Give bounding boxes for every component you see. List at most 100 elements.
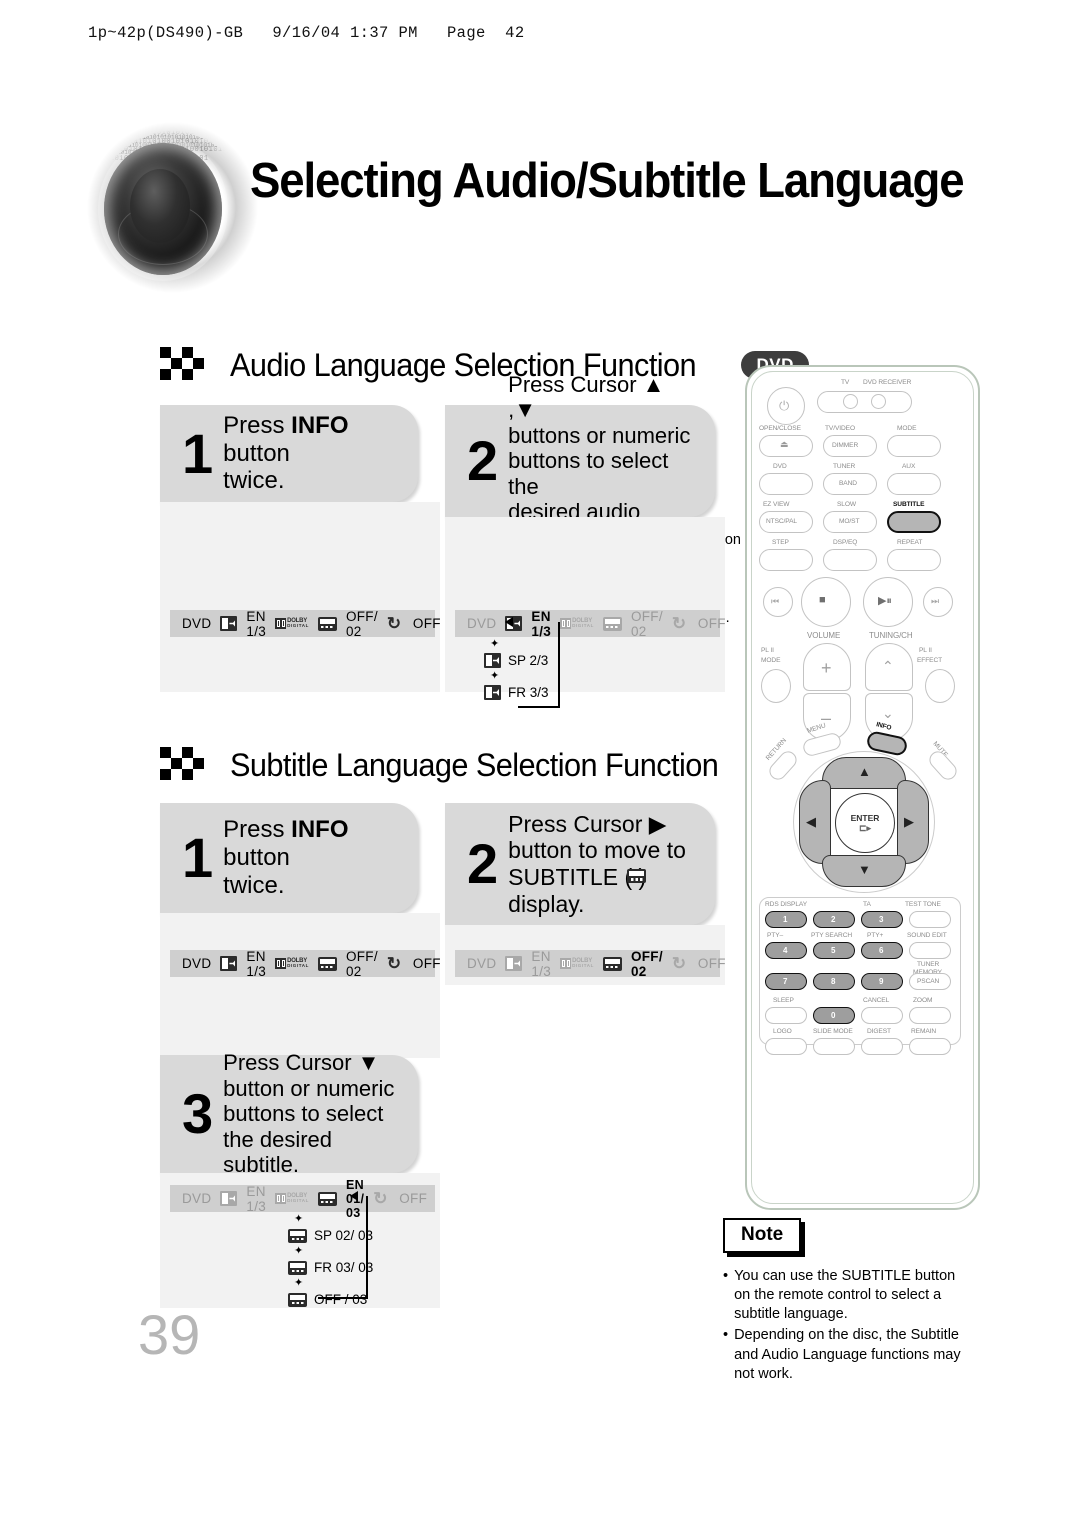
- subtitle-icon: [288, 1292, 307, 1307]
- arrow-down-icon: ▼: [858, 862, 871, 877]
- step-text-line2: twice.: [223, 467, 285, 495]
- mode-button[interactable]: [887, 435, 941, 457]
- step-line: Press Cursor ▲ ,▼: [508, 371, 665, 423]
- subtitle-label: SUBTITLE: [893, 501, 925, 508]
- note-line: on the remote control to select a: [734, 1287, 942, 1304]
- step-text-part2: button: [223, 844, 290, 872]
- note-line: Depending on the disc, the Subtitle: [734, 1327, 959, 1344]
- pl2-effect-button[interactable]: [925, 669, 955, 703]
- page-title-block: 0101010010101010101010101010100101010101…: [75, 105, 965, 310]
- repeat-icon: [672, 956, 689, 971]
- zoom-button[interactable]: [909, 1007, 951, 1024]
- dimmer-label: DIMMER: [832, 442, 859, 449]
- digest-button[interactable]: [861, 1038, 903, 1055]
- step-text-part: Press: [223, 411, 292, 439]
- subtitle-button[interactable]: [887, 511, 941, 533]
- step-text: Press Cursor ▼ button or numeric buttons…: [223, 1050, 418, 1178]
- aux-button[interactable]: [887, 473, 941, 495]
- osd-bar-subtitle-right: DVD EN 1/3 DOLBYDIGITAL OFF/ 02 OFF: [455, 948, 726, 979]
- step-button[interactable]: [759, 549, 813, 571]
- dolby-digital-icon: DOLBY DIGITAL: [275, 957, 309, 970]
- osd-subtitle-value: OFF/ 02: [630, 608, 663, 639]
- dvd-receiver-select-dot[interactable]: [871, 394, 886, 409]
- navigation-dpad: ▲ ◀ ▶ ▼ ENTER ⊏▸: [793, 751, 935, 893]
- number-8-label: 8: [831, 977, 836, 986]
- page-number: 39: [138, 1303, 201, 1366]
- step-number: 3: [182, 1082, 214, 1146]
- dsp-eq-button[interactable]: [823, 549, 877, 571]
- note-line: and Audio Language functions may: [734, 1346, 961, 1363]
- step-1-audio: 1 Press INFO button twice.: [160, 405, 418, 502]
- step-text-part2: button: [223, 439, 290, 467]
- step-line: button or numeric: [223, 1075, 395, 1101]
- power-icon: ⏻: [779, 398, 790, 413]
- number-2-label: 2: [831, 915, 836, 924]
- digest-label: DIGEST: [867, 1028, 891, 1035]
- osd-disc-label: DVD: [182, 616, 212, 631]
- stop-icon: ■: [819, 594, 826, 606]
- audio-language-icon: [220, 1191, 238, 1206]
- number-3-label: 3: [879, 915, 884, 924]
- mo-st-label: MO/ST: [839, 518, 860, 525]
- pl2-mode-label-1: PL II: [761, 647, 774, 654]
- pl2-mode-button[interactable]: [761, 669, 791, 703]
- note-item: • Depending on the disc, the Subtitle an…: [723, 1326, 1013, 1383]
- note-text: You can use the SUBTITLE button on the r…: [734, 1267, 955, 1324]
- note-items: • You can use the SUBTITLE button on the…: [723, 1267, 1013, 1384]
- ntsc-pal-label: NTSC/PAL: [766, 518, 797, 525]
- osd-repeat-value: OFF: [412, 956, 441, 971]
- osd-audio-value: EN 1/3: [246, 1183, 267, 1214]
- tv-video-label: TV/VIDEO: [825, 425, 855, 432]
- tv-dvd-selector[interactable]: [817, 391, 912, 413]
- slide-mode-button[interactable]: [813, 1038, 855, 1055]
- section-heading-subtitle: Subtitle Language Selection Function DVD: [160, 745, 832, 785]
- cancel-button[interactable]: [861, 1007, 903, 1024]
- osd-audio-value: EN 1/3: [531, 948, 552, 979]
- test-tone-label: TEST TONE: [905, 901, 941, 908]
- osd-repeat-value: OFF: [697, 956, 726, 971]
- enter-icon: ⊏▸: [858, 822, 872, 833]
- test-tone-button[interactable]: [909, 911, 951, 928]
- logo-button[interactable]: [765, 1038, 807, 1055]
- sound-edit-button[interactable]: [909, 942, 951, 959]
- enter-button[interactable]: ENTER ⊏▸: [835, 793, 895, 853]
- sleep-button[interactable]: [765, 1007, 807, 1024]
- volume-label: VOLUME: [807, 631, 841, 640]
- osd-audio-value: EN 1/3: [246, 608, 267, 639]
- number-4-label: 4: [783, 946, 788, 955]
- checkered-flag-icon: [160, 745, 216, 785]
- panel-bg-audio-left: [160, 502, 440, 692]
- pty-search-label: PTY SEARCH: [811, 932, 853, 939]
- stop-button[interactable]: [801, 577, 851, 627]
- step-text: Press INFO button twice.: [223, 412, 418, 495]
- section-title-subtitle: Subtitle Language Selection Function: [230, 746, 719, 783]
- enter-label: ENTER: [850, 812, 880, 823]
- tuner-memory-label-1: TUNER: [917, 961, 940, 968]
- repeat-button[interactable]: [887, 549, 941, 571]
- speaker-graphic-icon: 0101010010101010101010101010100101010101…: [75, 110, 270, 305]
- step-text-part: Press: [223, 816, 292, 844]
- eject-icon: ⏏: [780, 439, 789, 449]
- panel-bg-sub-left: [160, 913, 440, 1058]
- slide-mode-label: SLIDE MODE: [813, 1028, 853, 1035]
- dsp-eq-label: DSP/EQ: [833, 539, 858, 546]
- step-line: Press Cursor ▶: [508, 810, 667, 837]
- number-6-label: 6: [879, 946, 884, 955]
- remain-label: REMAIN: [911, 1028, 937, 1035]
- slow-label: SLOW: [837, 501, 857, 508]
- ta-label: TA: [863, 901, 871, 908]
- audio-language-icon: [484, 653, 501, 668]
- step-line: display.: [508, 890, 585, 917]
- osd-bar-subtitle-left: DVD EN 1/3 DOLBYDIGITAL OFF/ 02 OFF: [170, 949, 441, 979]
- tv-select-dot[interactable]: [843, 394, 858, 409]
- note-item: • You can use the SUBTITLE button on the…: [723, 1267, 1013, 1324]
- tuning-ch-label: TUNING/CH: [869, 631, 913, 640]
- subtitle-icon: [317, 616, 337, 631]
- remain-button[interactable]: [909, 1038, 951, 1055]
- pl2-effect-label-1: PL II: [919, 647, 932, 654]
- arrow-right-icon: ▶: [904, 814, 914, 829]
- dvd-button[interactable]: [759, 473, 813, 495]
- step-line: SUBTITLE ( ): [508, 864, 647, 890]
- note-line: You can use the SUBTITLE button: [734, 1268, 956, 1284]
- chevron-down-icon: ⌄: [882, 705, 894, 721]
